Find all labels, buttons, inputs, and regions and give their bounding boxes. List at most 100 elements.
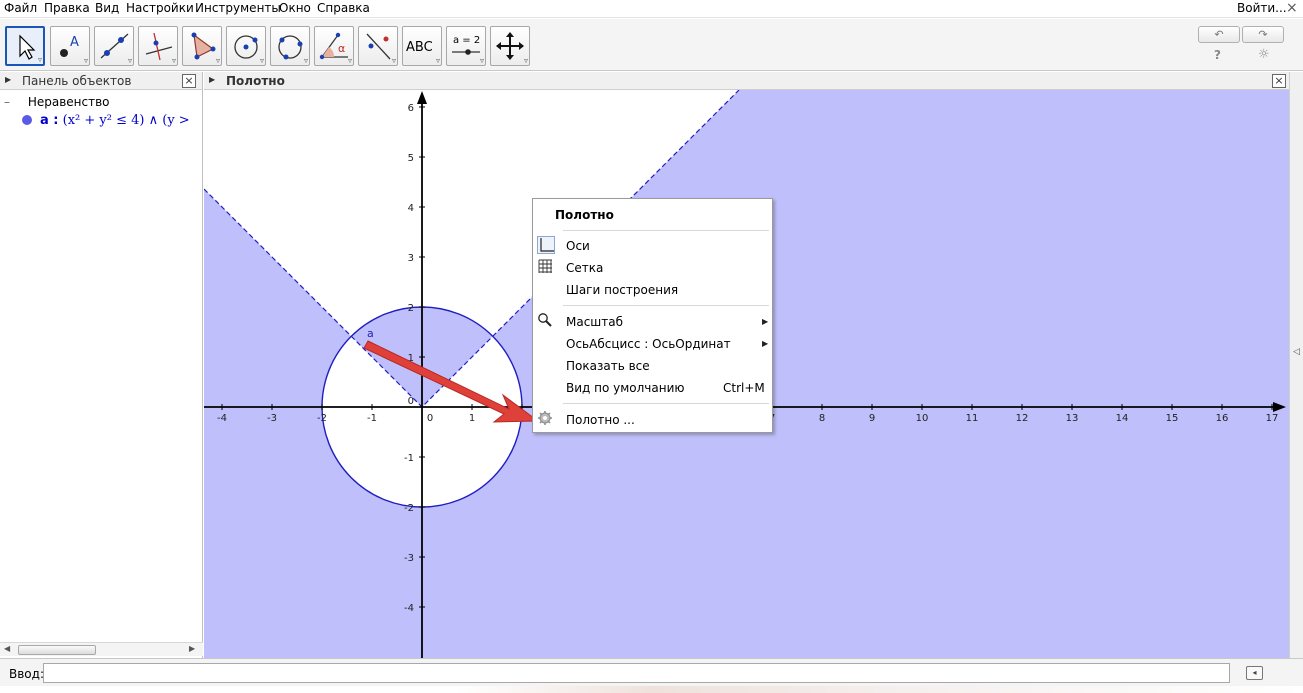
menu-item-standard-view[interactable]: Вид по умолчанию bbox=[566, 381, 685, 395]
tool-slider-button[interactable]: a = 2 ▿ bbox=[446, 26, 486, 66]
x-tick-label: 11 bbox=[966, 413, 979, 424]
side-panel-toggle[interactable]: ◁ bbox=[1289, 72, 1303, 658]
menu-window[interactable]: Окно bbox=[279, 1, 311, 15]
undo-button[interactable]: ↶ bbox=[1198, 26, 1240, 43]
dropdown-triangle-icon: ▿ bbox=[303, 56, 308, 65]
tool-circle-three-points-button[interactable]: ▿ bbox=[270, 26, 310, 66]
y-tick-label: -4 bbox=[404, 603, 414, 614]
input-help-icon[interactable]: ◂ bbox=[1246, 666, 1263, 680]
menu-separator bbox=[563, 305, 769, 306]
x-tick-label: 2 bbox=[519, 413, 525, 424]
tool-point-button[interactable]: A ▿ bbox=[50, 26, 90, 66]
x-tick-label: -3 bbox=[267, 413, 277, 424]
y-tick-label: -1 bbox=[404, 453, 414, 464]
context-menu-title: Полотно bbox=[555, 208, 614, 222]
menu-item-axes[interactable]: Оси bbox=[566, 239, 590, 253]
y-tick-label: 4 bbox=[408, 203, 414, 214]
taskbar-strip bbox=[0, 686, 1303, 693]
algebra-horizontal-scrollbar[interactable]: ◀ ▶ bbox=[0, 642, 203, 656]
menu-help[interactable]: Справка bbox=[317, 1, 370, 15]
menu-file[interactable]: Файл bbox=[4, 1, 37, 15]
login-link[interactable]: Войти... bbox=[1237, 1, 1287, 15]
redo-button[interactable]: ↷ bbox=[1242, 26, 1284, 43]
grid-icon bbox=[537, 258, 555, 276]
category-row[interactable]: – Неравенство bbox=[4, 95, 110, 109]
close-algebra-panel-icon[interactable]: × bbox=[182, 74, 196, 88]
y-tick-label: 2 bbox=[408, 303, 414, 314]
scrollbar-thumb[interactable] bbox=[18, 645, 96, 655]
text-icon: ABC bbox=[406, 40, 433, 55]
circle-center-point-icon bbox=[234, 35, 258, 59]
x-tick-label: -1 bbox=[367, 413, 377, 424]
magnifier-icon bbox=[537, 312, 555, 330]
tool-line-button[interactable]: ▿ bbox=[94, 26, 134, 66]
y-axis-arrow-icon bbox=[417, 91, 427, 104]
dropdown-triangle-icon: ▿ bbox=[479, 56, 484, 65]
algebra-panel-header: ▶ Панель объектов × bbox=[0, 72, 202, 90]
dropdown-triangle-icon: ▿ bbox=[259, 56, 264, 65]
object-definition: (x² + y² ≤ 4) ∧ (y > bbox=[62, 113, 190, 128]
collapse-arrow-icon[interactable]: ▶ bbox=[209, 75, 215, 84]
close-icon[interactable]: × bbox=[1286, 0, 1298, 16]
x-tick-label: -2 bbox=[317, 413, 327, 424]
collapse-minus-icon[interactable]: – bbox=[4, 95, 14, 109]
context-menu: Полотно Оси Сетка Шаги построения Масшта… bbox=[532, 198, 773, 433]
scroll-left-icon[interactable]: ◀ bbox=[4, 644, 10, 653]
gear-icon bbox=[537, 410, 555, 428]
menu-view[interactable]: Вид bbox=[95, 1, 119, 15]
object-name: a : bbox=[40, 113, 59, 128]
x-tick-label: 12 bbox=[1016, 413, 1029, 424]
shortcut-label: Ctrl+M bbox=[723, 381, 765, 395]
menu-separator bbox=[563, 230, 769, 231]
object-row[interactable]: a : (x² + y² ≤ 4) ∧ (y > bbox=[10, 113, 190, 128]
x-tick-label: 1 bbox=[469, 413, 475, 424]
y-tick-label: 1 bbox=[408, 353, 414, 364]
dropdown-triangle-icon: ▿ bbox=[391, 56, 396, 65]
tool-move-graphics-button[interactable]: ▿ bbox=[490, 26, 530, 66]
algebra-panel-title: Панель объектов bbox=[22, 74, 132, 88]
help-icon[interactable]: ? bbox=[1214, 48, 1221, 62]
menu-bar: Файл Правка Вид Настройки Инструменты Ок… bbox=[0, 0, 1303, 18]
undo-redo-group: ↶ ↷ bbox=[1198, 26, 1286, 44]
category-label: Неравенство bbox=[27, 95, 110, 109]
tool-circle-button[interactable]: ▿ bbox=[226, 26, 266, 66]
menu-settings[interactable]: Настройки bbox=[126, 1, 194, 15]
expand-left-icon[interactable]: ◁ bbox=[1293, 347, 1300, 357]
x-tick-label: 14 bbox=[1116, 413, 1129, 424]
y-tick-label: -3 bbox=[404, 553, 414, 564]
menu-item-graphics-settings[interactable]: Полотно ... bbox=[566, 413, 635, 427]
tool-polygon-button[interactable]: ▿ bbox=[182, 26, 222, 66]
dropdown-triangle-icon: ▿ bbox=[523, 56, 528, 65]
x-tick-label: 8 bbox=[819, 413, 825, 424]
dropdown-triangle-icon: ▿ bbox=[37, 55, 42, 64]
slider-icon-label: a = 2 bbox=[453, 35, 480, 46]
menu-edit[interactable]: Правка bbox=[44, 1, 90, 15]
y-tick-label: 3 bbox=[408, 253, 414, 264]
object-visibility-dot-icon[interactable] bbox=[22, 115, 32, 125]
x-tick-label: 9 bbox=[869, 413, 875, 424]
menu-item-grid[interactable]: Сетка bbox=[566, 261, 603, 275]
tool-text-button[interactable]: ABC ▿ bbox=[402, 26, 442, 66]
perpendicular-line-icon bbox=[145, 32, 173, 61]
tool-reflect-button[interactable]: ▿ bbox=[358, 26, 398, 66]
tool-move-button[interactable]: ▿ bbox=[5, 26, 45, 66]
collapse-arrow-icon[interactable]: ▶ bbox=[5, 75, 11, 84]
menu-item-construction-steps[interactable]: Шаги построения bbox=[566, 283, 678, 297]
menu-separator bbox=[563, 403, 769, 404]
close-graphics-panel-icon[interactable]: × bbox=[1272, 74, 1286, 88]
dropdown-triangle-icon: ▿ bbox=[435, 56, 440, 65]
scroll-right-icon[interactable]: ▶ bbox=[189, 644, 195, 653]
object-label[interactable]: a bbox=[367, 327, 374, 340]
menu-tools[interactable]: Инструменты bbox=[195, 1, 281, 15]
x-tick-label: 16 bbox=[1216, 413, 1229, 424]
angle-icon-label: α bbox=[338, 42, 345, 55]
tool-perpendicular-button[interactable]: ▿ bbox=[138, 26, 178, 66]
tool-angle-button[interactable]: α ▿ bbox=[314, 26, 354, 66]
settings-icon[interactable]: ☼ bbox=[1258, 47, 1270, 62]
command-input[interactable] bbox=[43, 663, 1230, 683]
line-icon bbox=[100, 33, 129, 59]
menu-item-zoom[interactable]: Масштаб bbox=[566, 315, 623, 329]
menu-item-show-all[interactable]: Показать все bbox=[566, 359, 650, 373]
menu-item-axis-ratio[interactable]: ОсьАбсцисс : ОсьОрдинат bbox=[566, 337, 731, 351]
point-icon: A bbox=[60, 35, 79, 57]
